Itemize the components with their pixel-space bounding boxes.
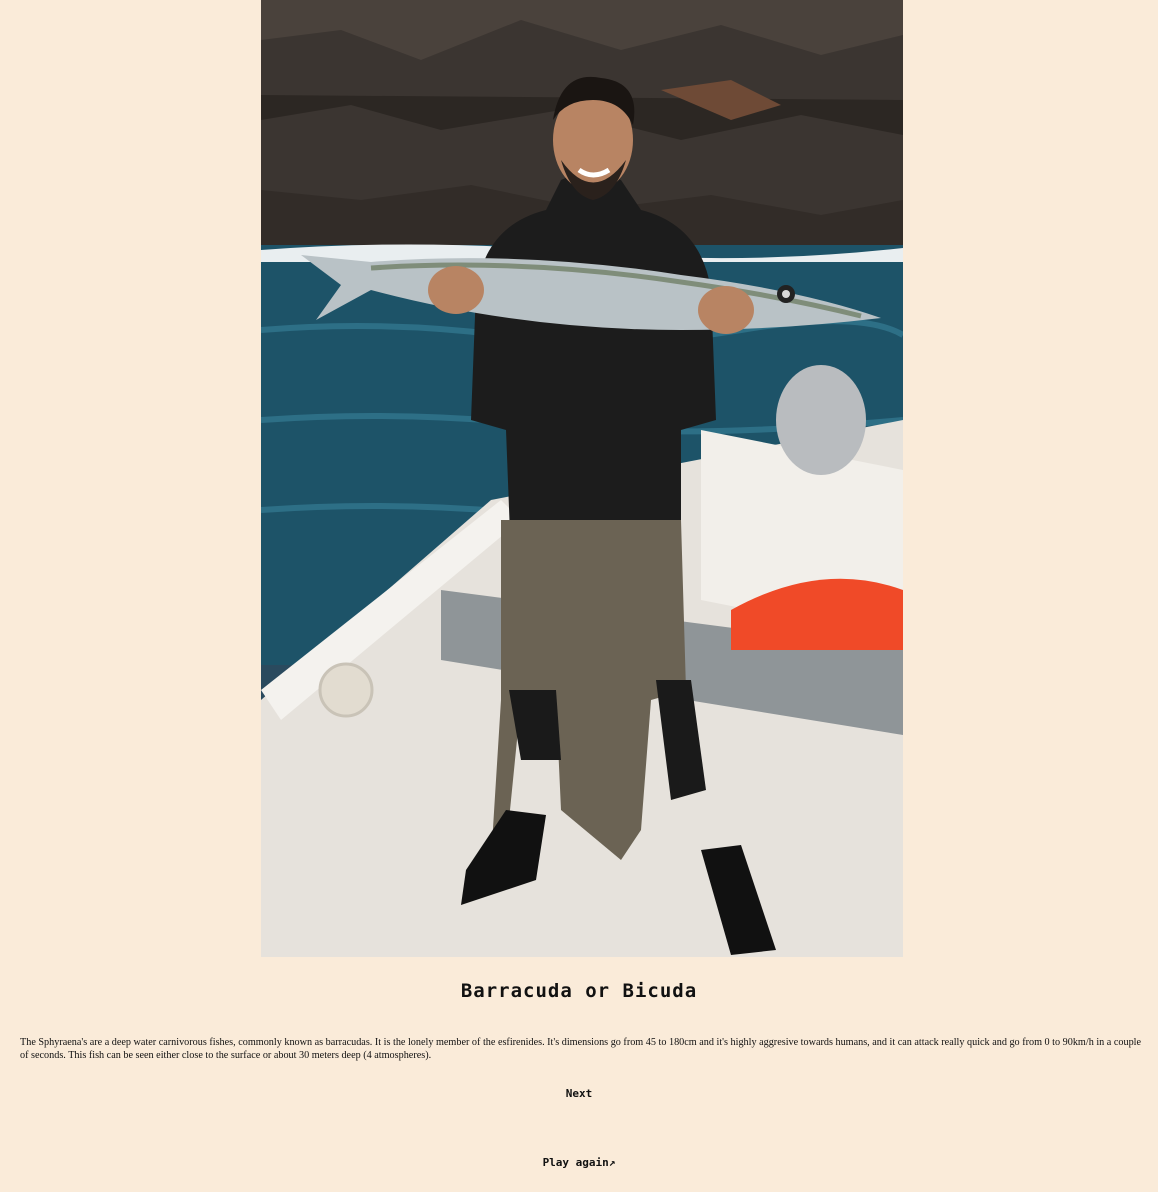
fish-name-title: Barracuda or Bicuda [460,980,698,1002]
play-again-row: Play again↗ [0,1156,1158,1169]
game-page: Barracuda or Bicuda The Sphyraena's are … [0,0,1158,1192]
play-again-button[interactable]: Play again↗ [543,1156,616,1169]
fish-photo [261,0,903,957]
next-button[interactable]: Next [566,1087,593,1100]
fish-description: The Sphyraena's are a deep water carnivo… [20,1037,1142,1061]
next-button-row: Next [0,1087,1158,1100]
